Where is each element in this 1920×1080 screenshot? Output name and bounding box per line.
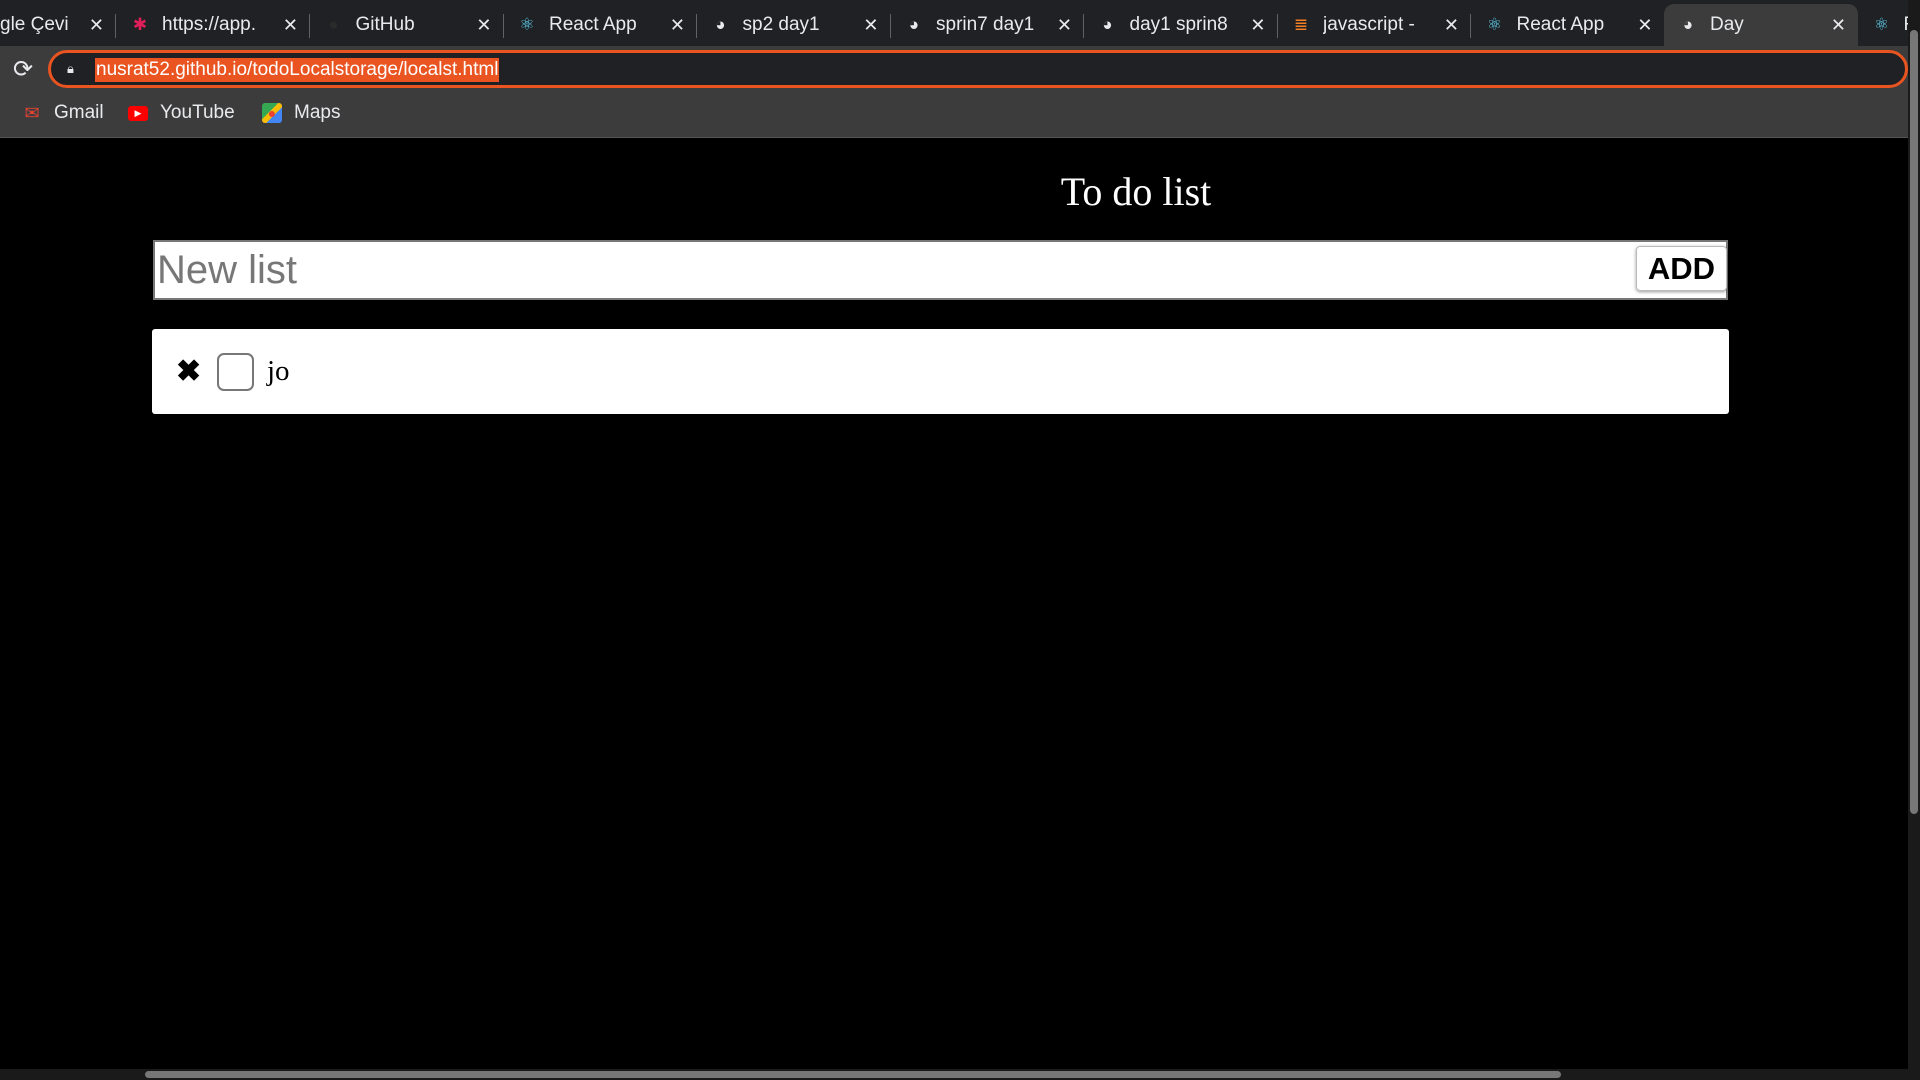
tab-title: React App [1516, 14, 1605, 35]
close-tab-icon[interactable]: ✕ [1444, 15, 1459, 36]
close-tab-icon[interactable]: ✕ [283, 15, 298, 36]
bookmark-youtube[interactable]: ▶ YouTube [128, 102, 235, 124]
globe-icon: ◕ [1102, 15, 1113, 34]
react-icon: ⚛ [519, 15, 535, 34]
globe-icon: ◕ [908, 15, 920, 34]
globe-icon: ◕ [715, 15, 726, 34]
tab-title: Day [1710, 14, 1744, 35]
horizontal-scrollbar[interactable] [0, 1069, 1908, 1080]
tab-sprin7-day1[interactable]: ◕ sprin7 day1 ✕ [890, 4, 1084, 46]
tab-sp2-day1[interactable]: ◕ sp2 day1 ✕ [697, 4, 891, 46]
tab-title: React App [549, 14, 637, 35]
address-bar[interactable]: 🔒︎ nusrat52.github.io/todoLocalstorage/l… [48, 50, 1908, 88]
vertical-scroll-thumb[interactable] [1910, 30, 1918, 814]
close-tab-icon[interactable]: ✕ [1250, 15, 1265, 36]
tab-title: https://app. [162, 14, 257, 35]
browser-toolbar: ⟳ 🔒︎ nusrat52.github.io/todoLocalstorage… [0, 46, 1920, 92]
lock-icon[interactable]: 🔒︎ [67, 61, 79, 77]
close-tab-icon[interactable]: ✕ [89, 15, 104, 36]
tab-title: sprin7 day1 [936, 14, 1035, 35]
url-text[interactable]: nusrat52.github.io/todoLocalstorage/loca… [95, 58, 500, 82]
close-tab-icon[interactable]: ✕ [1057, 15, 1072, 36]
tab-react-app[interactable]: ⚛ React App ✕ [503, 4, 697, 46]
page-content: To do list ADD ✖ jo [0, 138, 1908, 1069]
item-checkbox[interactable] [217, 352, 254, 391]
close-tab-icon[interactable]: ✕ [670, 15, 685, 36]
maps-icon: ● [262, 103, 282, 123]
add-button[interactable]: ADD [1636, 246, 1727, 291]
close-tab-icon[interactable]: ✕ [1637, 15, 1652, 36]
close-tab-icon[interactable]: ✕ [1831, 15, 1846, 36]
vertical-scrollbar[interactable] [1908, 0, 1920, 1080]
tab-title: sp2 day1 [742, 14, 820, 35]
reload-icon[interactable]: ⟳ [8, 54, 38, 84]
horizontal-scroll-thumb[interactable] [145, 1071, 1561, 1078]
tab-day[interactable]: ◕ Day ✕ [1664, 4, 1858, 46]
tab-title: javascript - [1323, 14, 1415, 35]
tab-javascript[interactable]: ≣ javascript - ✕ [1277, 4, 1471, 46]
delete-icon[interactable]: ✖ [176, 354, 201, 389]
react-icon: ⚛ [1873, 15, 1890, 34]
bookmark-label: Gmail [54, 102, 104, 123]
bookmark-gmail[interactable]: ✉ Gmail [22, 102, 104, 124]
react-icon: ⚛ [1486, 15, 1503, 34]
bookmarks-bar: ✉ Gmail ▶ YouTube ● Maps [0, 92, 1920, 138]
list-item: ✖ jo [152, 329, 1729, 414]
page-title: To do list [1060, 169, 1212, 214]
new-list-input[interactable] [153, 240, 1728, 300]
close-tab-icon[interactable]: ✕ [476, 15, 491, 36]
bookmark-label: Maps [294, 102, 341, 123]
tab-title: GitHub [355, 14, 415, 35]
tab-day1-sprin8[interactable]: ◕ day1 sprin8 ✕ [1084, 4, 1278, 46]
bookmark-label: YouTube [160, 102, 235, 123]
youtube-icon: ▶ [128, 105, 148, 121]
tab-strip: gle Çevi ✕ ✱ https://app. ✕ ● GitHub ✕ ⚛ React Ap… [0, 0, 1920, 46]
item-text: jo [267, 355, 290, 387]
tab-https-app[interactable]: ✱ https://app. ✕ [116, 4, 310, 46]
close-tab-icon[interactable]: ✕ [863, 15, 878, 36]
gmail-icon: ✉ [24, 102, 40, 123]
slack-icon: ✱ [132, 15, 148, 34]
stackoverflow-icon: ≣ [1293, 15, 1309, 34]
bookmark-maps[interactable]: ● Maps [262, 102, 340, 124]
tab-github[interactable]: ● GitHub ✕ [310, 4, 504, 46]
globe-icon: ◕ [1682, 15, 1694, 34]
github-icon: ● [328, 15, 339, 34]
tab-title: day1 sprin8 [1129, 14, 1228, 35]
tab-title: gle Çevi [0, 14, 69, 35]
tab-gle-evi[interactable]: gle Çevi ✕ [0, 4, 116, 46]
tab-react-app[interactable]: ⚛ React App ✕ [1471, 4, 1665, 46]
